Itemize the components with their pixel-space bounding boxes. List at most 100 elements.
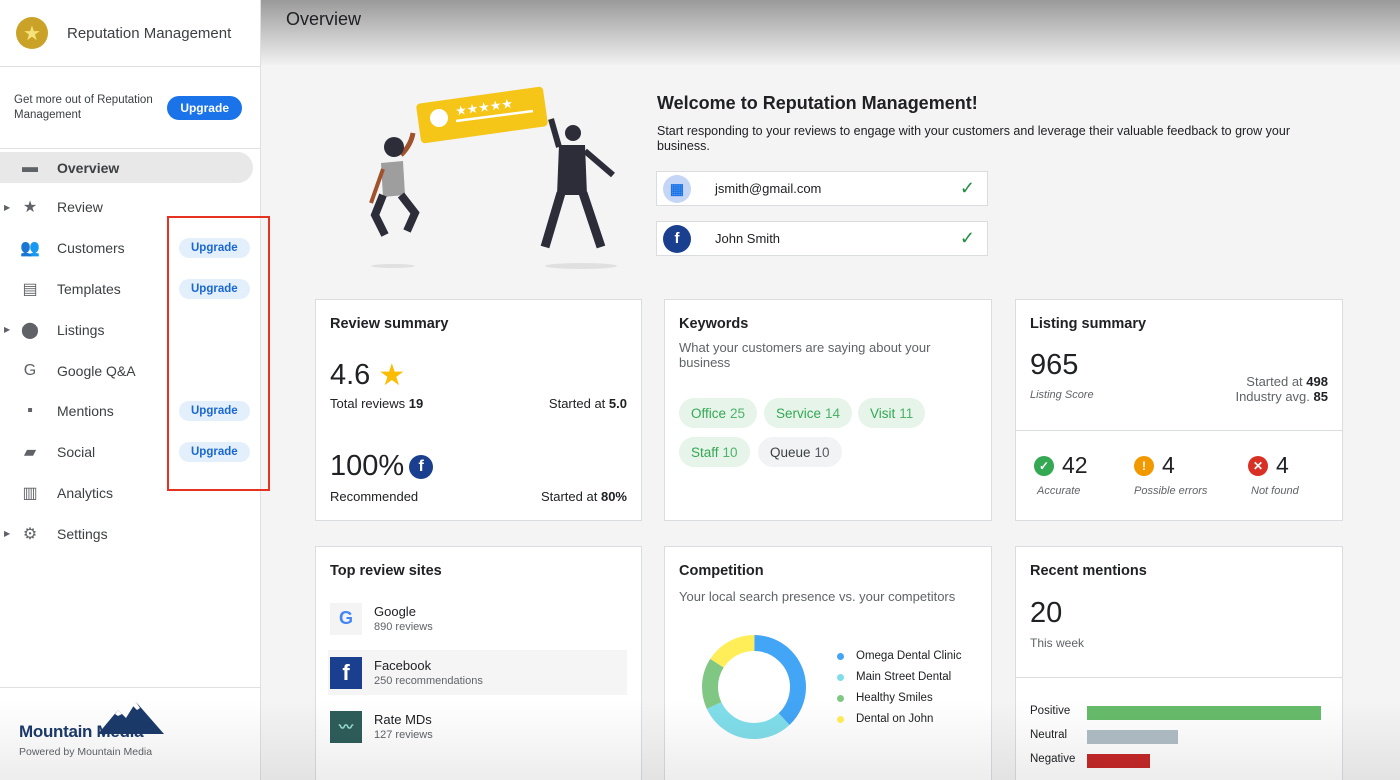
nav-label: Templates <box>57 280 121 297</box>
facebook-icon: f <box>409 454 434 479</box>
site-row-facebook[interactable]: f Facebook 250 recommendations <box>328 650 627 695</box>
listing-comparison: Started at 498 Industry avg. 85 <box>1235 374 1328 404</box>
error-circle-icon: ✕ <box>1248 455 1268 476</box>
warning-circle-icon: ! <box>1134 455 1154 476</box>
main-content: Overview ★★★★★ Welcome to Reputation Man… <box>261 0 1400 780</box>
listing-score: 965 <box>1030 349 1079 381</box>
caret-right-icon[interactable]: ▶ <box>4 325 10 334</box>
rating-value: 4.6 <box>330 359 371 391</box>
stat-row: ✕ 4 <box>1248 452 1299 479</box>
recommended-value: 100% <box>330 450 405 482</box>
keyword-chip[interactable]: Visit 11 <box>858 398 926 428</box>
account-email: jsmith@gmail.com <box>715 181 822 196</box>
legend-item: Dental on John <box>837 713 933 725</box>
recent-mentions-card: Recent mentions 20 This week Positive Neu… <box>1015 546 1343 780</box>
keyword-chip[interactable]: Staff 10 <box>679 437 750 467</box>
legend-label: Omega Dental Clinic <box>856 650 962 662</box>
nav-label: Google Q&A <box>57 362 136 379</box>
listing-stat: ✕ 4 Not found <box>1248 452 1299 497</box>
caret-right-icon[interactable]: ▶ <box>4 529 10 538</box>
chip-count: 10 <box>814 444 830 460</box>
site-meta: 250 recommendations <box>374 675 483 687</box>
sentiment-label: Positive <box>1030 705 1071 717</box>
sentiment-label: Neutral <box>1030 729 1068 741</box>
chip-count: 11 <box>899 405 914 421</box>
check-circle-icon: ✓ <box>1034 455 1054 476</box>
check-icon: ✓ <box>959 228 975 248</box>
started-label: Started at <box>540 489 598 504</box>
chip-label: Visit <box>870 405 896 421</box>
welcome-illustration: ★★★★★ <box>369 86 617 269</box>
location-pin-icon: ⬤ <box>21 321 39 339</box>
top-review-sites-card: Top review sites G Google 890 reviews f F… <box>315 546 642 780</box>
nav-label: Review <box>57 199 103 216</box>
sentiment-label: Negative <box>1030 753 1076 765</box>
caret-right-icon[interactable]: ▶ <box>4 203 10 212</box>
total-label: Total reviews <box>330 396 406 411</box>
chip-count: 25 <box>730 405 746 421</box>
started-value: 498 <box>1306 374 1328 389</box>
started-label: Started at <box>1246 374 1303 389</box>
chip-label: Queue <box>770 444 811 460</box>
review-summary-card: Review summary 4.6 ★ Total reviews 19 St… <box>315 299 642 521</box>
star-icon: ★ <box>22 199 38 217</box>
nav-label: Mentions <box>57 403 114 420</box>
started-row: Started at 498 <box>1235 374 1328 389</box>
total-reviews: Total reviews 19 <box>330 396 423 411</box>
dashboard-icon: ▬ <box>22 158 38 176</box>
keyword-chip[interactable]: Queue 10 <box>758 437 842 467</box>
site-name: Rate MDs <box>374 712 432 727</box>
divider <box>1016 430 1342 431</box>
total-value: 19 <box>408 396 424 411</box>
sidebar: ★ Reputation Management Get more out of … <box>0 0 270 780</box>
site-meta: 890 reviews <box>374 621 433 633</box>
card-title: Top review sites <box>330 563 442 579</box>
site-row-google[interactable]: G Google 890 reviews <box>328 596 627 641</box>
legend-label: Dental on John <box>856 713 934 725</box>
industry-row: Industry avg. 85 <box>1235 389 1328 404</box>
nav-label: Analytics <box>57 484 114 501</box>
recommended-label: Recommended <box>330 489 419 504</box>
started-rating: Started at 5.0 <box>549 396 627 411</box>
keywords-card: Keywords What your customers are saying … <box>664 299 992 521</box>
nav-label: Overview <box>57 159 120 176</box>
top-bar: Overview <box>261 0 1400 65</box>
stat-label: Not found <box>1251 485 1299 497</box>
sentiment-bar-negative <box>1087 754 1150 768</box>
card-subtitle: What your customers are saying about you… <box>679 340 931 370</box>
card-title: Listing summary <box>1030 316 1147 332</box>
people-icon: 👥 <box>20 240 40 258</box>
listing-stat: ! 4 Possible errors <box>1134 452 1207 497</box>
highlight-box <box>167 216 270 491</box>
legend-dot <box>837 652 844 660</box>
started-label: Started at <box>548 396 606 411</box>
card-subtitle: Your local search presence vs. your comp… <box>679 589 956 604</box>
site-meta: 127 reviews <box>374 729 433 741</box>
site-info: Google 890 reviews <box>374 604 433 633</box>
card-title: Competition <box>679 563 764 579</box>
sentiment-bar-positive <box>1087 706 1321 720</box>
chip-count: 10 <box>722 444 738 460</box>
site-row-ratemds[interactable]: 〰 Rate MDs 127 reviews <box>328 704 627 749</box>
upgrade-button[interactable]: Upgrade <box>167 95 242 120</box>
welcome-title: Welcome to Reputation Management! <box>657 93 978 113</box>
chip-count: 14 <box>825 405 841 421</box>
account-name: John Smith <box>715 231 781 246</box>
keyword-chip[interactable]: Office 25 <box>679 398 758 428</box>
sentiment-bar-neutral <box>1087 730 1178 744</box>
legend-dot <box>837 673 844 681</box>
stat-label: Possible errors <box>1134 485 1208 497</box>
stat-value: 42 <box>1062 452 1088 478</box>
recommended-row: 100% f <box>330 450 434 483</box>
google-account-row[interactable]: ▦ jsmith@gmail.com ✓ <box>656 171 988 206</box>
facebook-account-row[interactable]: f John Smith ✓ <box>656 221 988 256</box>
legend-label: Healthy Smiles <box>856 692 933 704</box>
nav-item-settings[interactable]: ▶ ⚙ Settings <box>0 513 260 554</box>
keyword-chip[interactable]: Service 14 <box>764 398 853 428</box>
card-title: Review summary <box>330 316 449 332</box>
comment-icon: ▪ <box>27 402 33 420</box>
powered-by: Powered by Mountain Media <box>19 746 153 758</box>
page-title: Overview <box>286 9 362 29</box>
facebook-icon: f <box>663 224 691 253</box>
nav-item-overview[interactable]: ▬ Overview <box>0 152 253 183</box>
